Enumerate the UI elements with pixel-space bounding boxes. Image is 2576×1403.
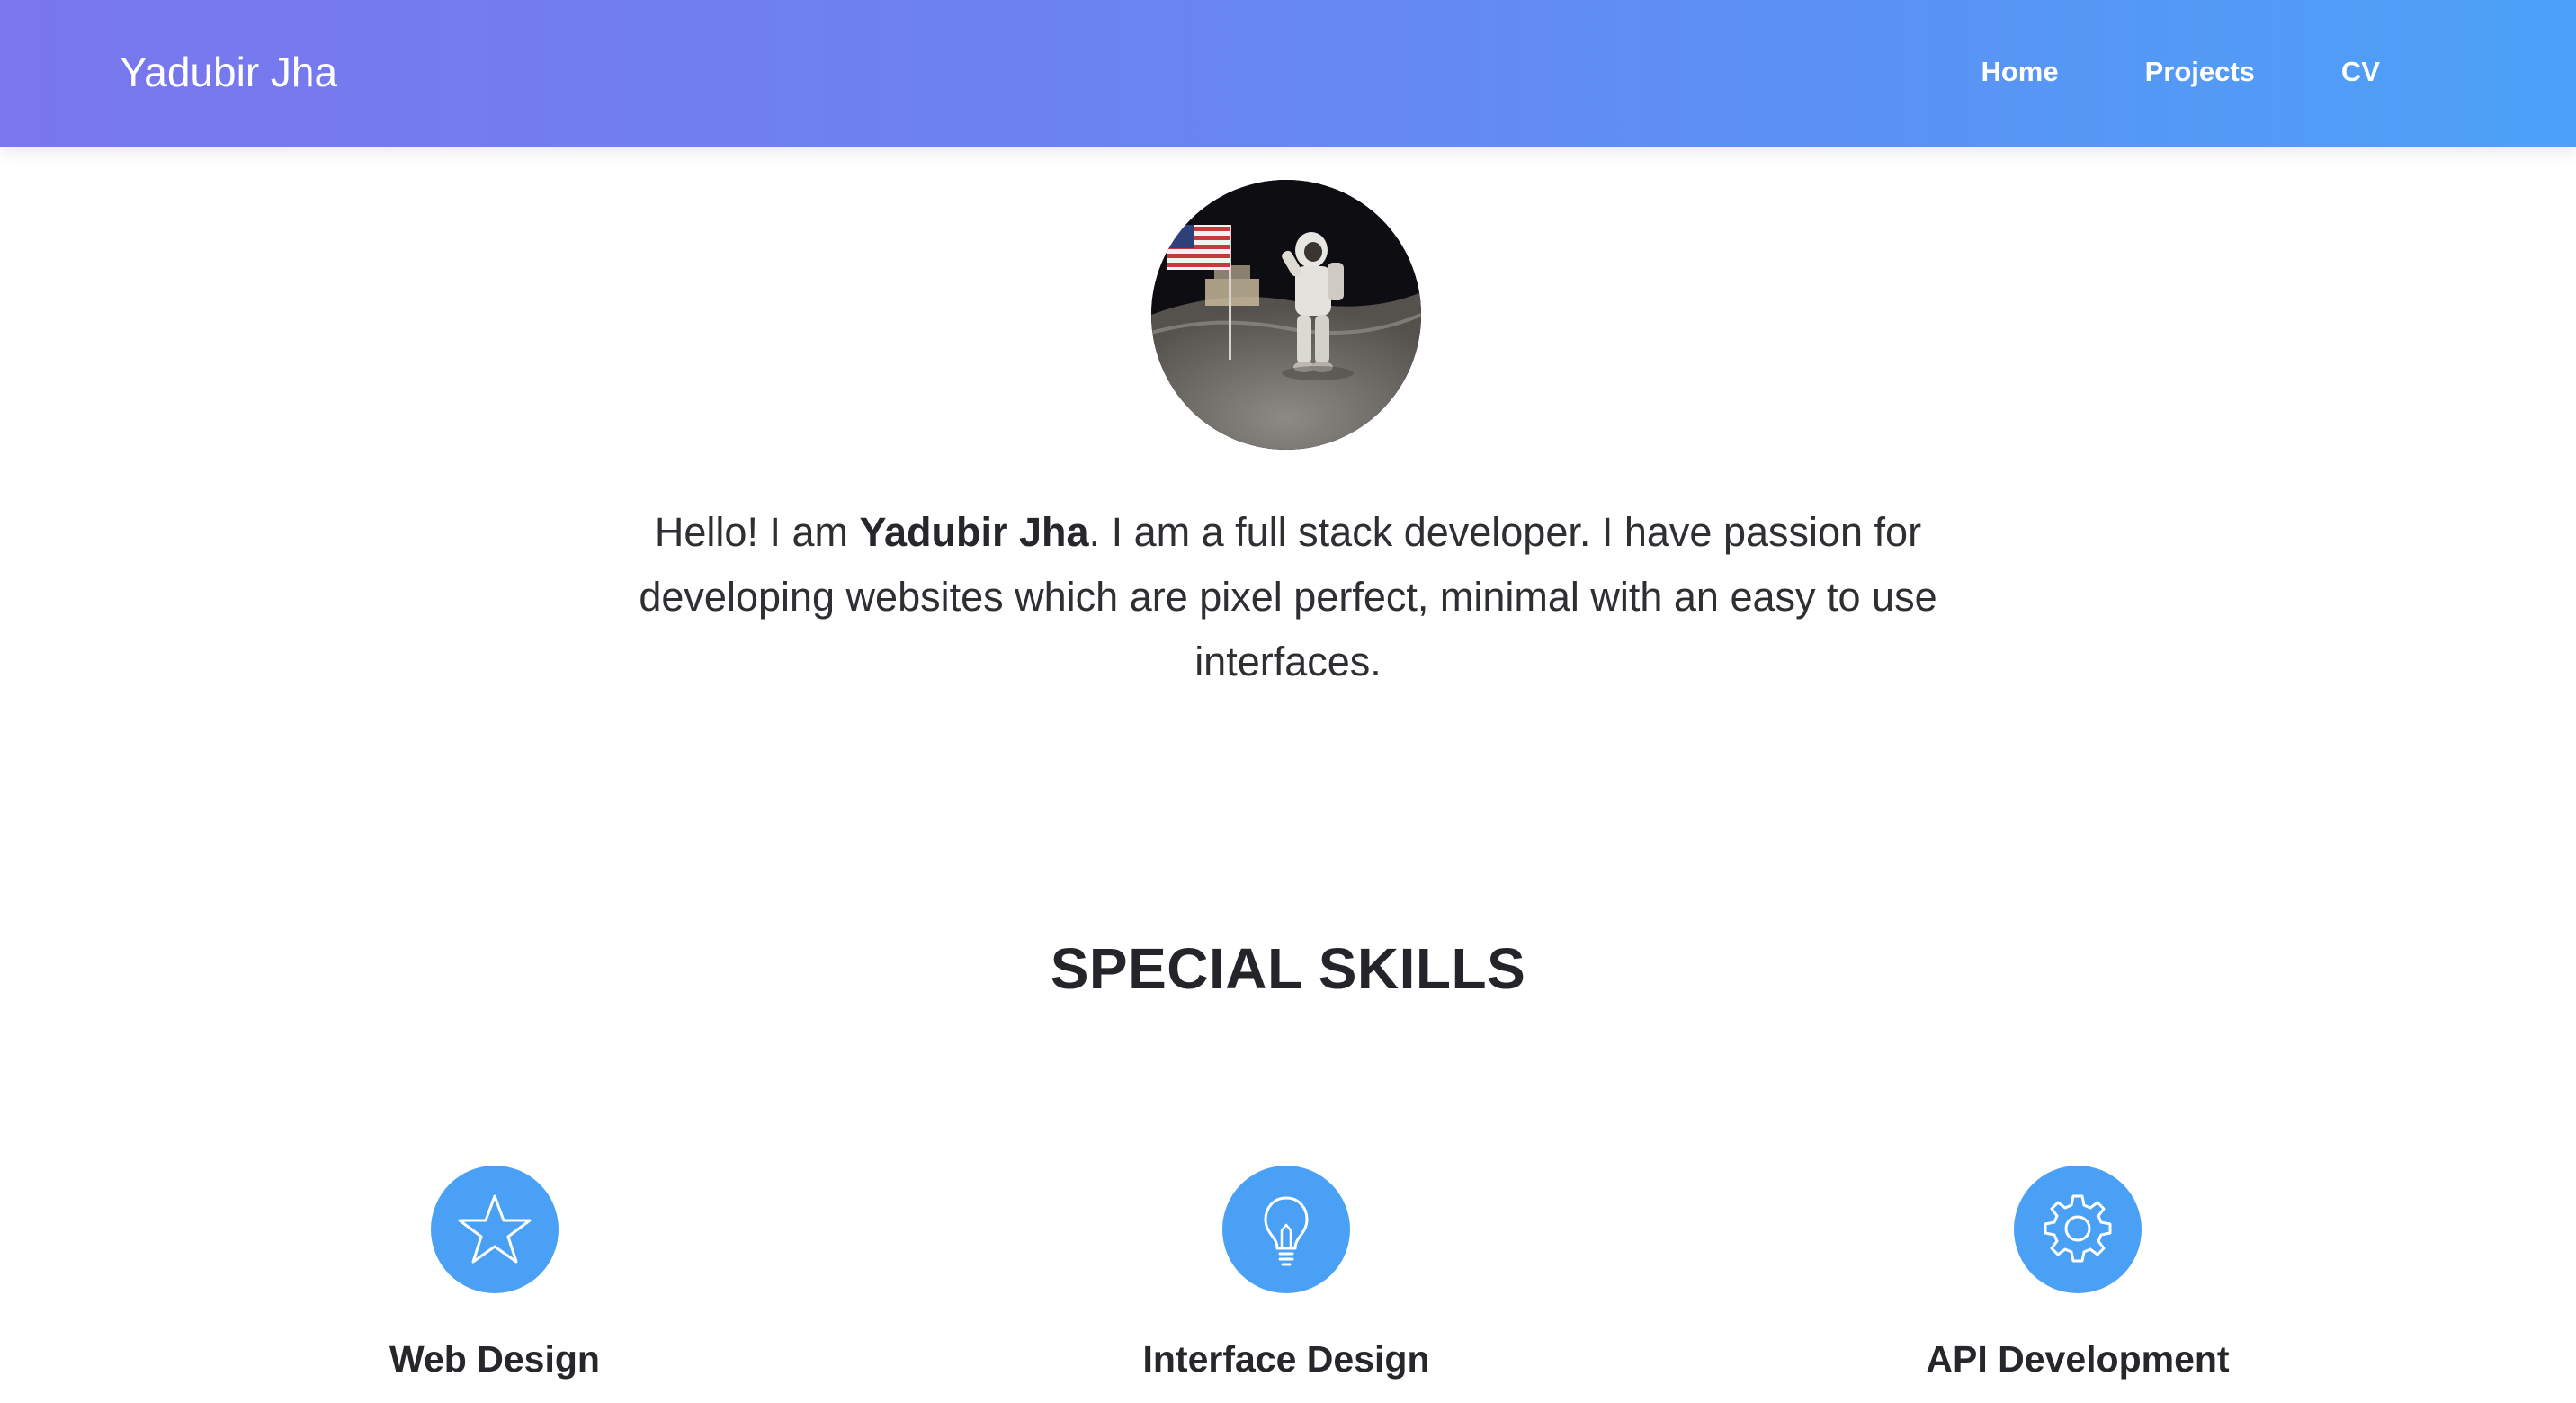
star-icon <box>431 1166 559 1293</box>
skill-card-interface-design: Interface Design <box>1016 1166 1556 1381</box>
intro-name: Yadubir Jha <box>859 509 1089 555</box>
brand-logo-link[interactable]: Yadubir Jha <box>120 41 337 103</box>
skill-card-api-development: API Development <box>1808 1166 2348 1381</box>
intro-prefix: Hello! I am <box>654 509 860 555</box>
astronaut-photo <box>1151 180 1421 450</box>
intro-paragraph: Hello! I am Yadubir Jha. I am a full sta… <box>576 500 2000 694</box>
lightbulb-icon <box>1222 1166 1350 1293</box>
nav-links: Home Projects CV <box>1981 41 2380 103</box>
avatar <box>1151 180 1421 450</box>
skill-title-api-development: API Development <box>1926 1338 2230 1380</box>
navbar: Yadubir Jha Home Projects CV <box>0 0 2576 147</box>
gear-icon <box>2014 1166 2142 1293</box>
nav-link-home[interactable]: Home <box>1981 56 2058 88</box>
skill-title-interface-design: Interface Design <box>1142 1338 1430 1380</box>
skill-title-web-design: Web Design <box>389 1338 600 1380</box>
skill-card-web-design: Web Design <box>225 1166 765 1381</box>
nav-link-projects[interactable]: Projects <box>2145 56 2255 88</box>
nav-link-cv[interactable]: CV <box>2341 56 2380 88</box>
section-title-skills: SPECIAL SKILLS <box>1050 936 1526 1001</box>
